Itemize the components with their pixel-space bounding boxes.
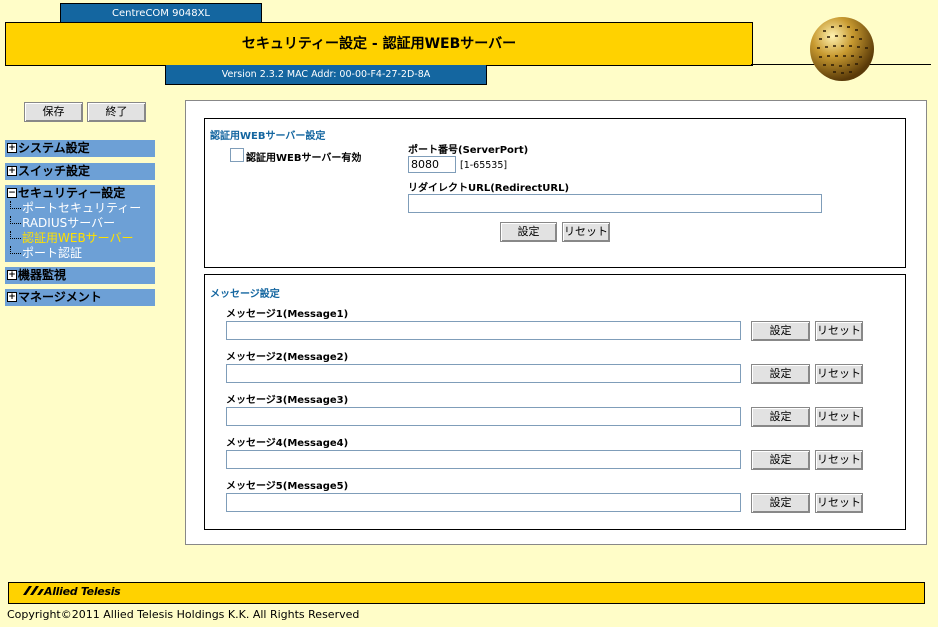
sidebar-item-management[interactable]: + マネージメント <box>5 289 155 306</box>
message-set-button[interactable]: 設定 <box>751 493 810 513</box>
message-label: メッセージ1(Message1) <box>226 309 349 320</box>
tree-line <box>10 216 21 224</box>
message-settings-section: メッセージ設定 メッセージ1(Message1) 設定 リセット メッセージ2(… <box>204 274 906 530</box>
section-title: 認証用WEBサーバー設定 <box>210 131 326 142</box>
sidebar-item-system[interactable]: + システム設定 <box>5 140 155 157</box>
message-label: メッセージ3(Message3) <box>226 395 349 406</box>
message-reset-button[interactable]: リセット <box>815 321 863 341</box>
message-label: メッセージ2(Message2) <box>226 352 349 363</box>
sidebar-item-label: システム設定 <box>18 141 90 155</box>
web-server-enable-checkbox[interactable] <box>230 148 244 162</box>
message-input[interactable] <box>226 321 741 340</box>
sidebar-subitem-label: RADIUSサーバー <box>22 216 116 230</box>
message-input[interactable] <box>226 493 741 512</box>
page-title: セキュリティー設定 - 認証用WEBサーバー <box>5 22 753 66</box>
sidebar-item-switch[interactable]: + スイッチ設定 <box>5 163 155 180</box>
expand-icon: + <box>7 291 17 302</box>
message-set-button[interactable]: 設定 <box>751 407 810 427</box>
message-set-button[interactable]: 設定 <box>751 450 810 470</box>
footer-bar <box>8 582 925 604</box>
message-input[interactable] <box>226 364 741 383</box>
message-reset-button[interactable]: リセット <box>815 407 863 427</box>
redirect-url-label: リダイレクトURL(RedirectURL) <box>408 183 570 194</box>
section-title: メッセージ設定 <box>210 289 280 300</box>
message-set-button[interactable]: 設定 <box>751 364 810 384</box>
expand-icon: + <box>7 142 17 153</box>
tree-line <box>10 201 21 209</box>
port-label: ポート番号(ServerPort) <box>408 145 529 156</box>
sidebar-item-label: 機器監視 <box>18 268 67 282</box>
exit-button[interactable]: 終了 <box>87 102 146 122</box>
message-label: メッセージ4(Message4) <box>226 438 349 449</box>
message-reset-button[interactable]: リセット <box>815 364 863 384</box>
web-server-enable-label: 認証用WEBサーバー有効 <box>246 153 362 164</box>
message-input[interactable] <box>226 450 741 469</box>
sidebar-item-label: マネージメント <box>18 290 102 304</box>
expand-icon: + <box>7 165 17 176</box>
message-reset-button[interactable]: リセット <box>815 450 863 470</box>
tree-line <box>10 246 21 254</box>
sidebar-subitem-port-auth[interactable]: ポート認証 <box>10 246 82 261</box>
expand-icon: + <box>7 269 17 280</box>
logo-text: Allied Telesis <box>44 585 121 598</box>
sidebar-item-label: セキュリティー設定 <box>18 186 126 200</box>
web-server-settings-section: 認証用WEBサーバー設定 認証用WEBサーバー有効 ポート番号(ServerPo… <box>204 118 906 268</box>
message-input[interactable] <box>226 407 741 426</box>
tree-line <box>10 231 21 239</box>
main-panel: 認証用WEBサーバー設定 認証用WEBサーバー有効 ポート番号(ServerPo… <box>185 100 927 545</box>
message-set-button[interactable]: 設定 <box>751 321 810 341</box>
collapse-icon: − <box>7 187 17 198</box>
allied-telesis-logo-icon <box>23 586 44 595</box>
copyright-text: Copyright©2011 Allied Telesis Holdings K… <box>7 608 360 621</box>
company-logo: Allied Telesis <box>22 585 121 598</box>
sidebar-item-label: スイッチ設定 <box>18 164 91 178</box>
sidebar-item-security[interactable]: − セキュリティー設定 <box>5 185 155 202</box>
web-server-set-button[interactable]: 設定 <box>500 222 557 242</box>
version-info: Version 2.3.2 MAC Addr: 00-00-F4-27-2D-8… <box>165 65 487 85</box>
globe-logo-icon <box>810 17 874 81</box>
message-reset-button[interactable]: リセット <box>815 493 863 513</box>
model-tab: CentreCOM 9048XL <box>60 3 262 23</box>
sidebar-item-monitor[interactable]: + 機器監視 <box>5 267 155 284</box>
sidebar-subitem-radius[interactable]: RADIUSサーバー <box>10 216 115 231</box>
port-input[interactable] <box>408 156 456 173</box>
sidebar-subitem-port-security[interactable]: ポートセキュリティー <box>10 201 141 216</box>
sidebar-subitem-web-server[interactable]: 認証用WEBサーバー <box>10 231 134 246</box>
sidebar-subitem-label: 認証用WEBサーバー <box>22 231 134 245</box>
sidebar-subitem-label: ポートセキュリティー <box>22 201 142 215</box>
save-button[interactable]: 保存 <box>24 102 83 122</box>
message-label: メッセージ5(Message5) <box>226 481 349 492</box>
web-server-reset-button[interactable]: リセット <box>562 222 610 242</box>
sidebar-subitem-label: ポート認証 <box>22 246 83 260</box>
redirect-url-input[interactable] <box>408 194 822 213</box>
port-range-hint: [1-65535] <box>460 160 508 171</box>
